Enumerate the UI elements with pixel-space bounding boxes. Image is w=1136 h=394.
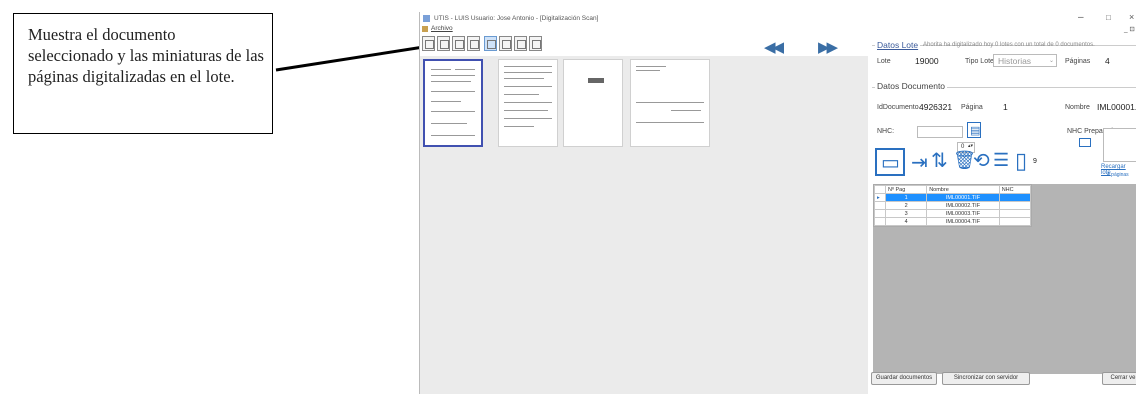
tipo-lote-select[interactable]: Historias ⌄ (993, 54, 1057, 67)
close-button[interactable]: × (1129, 12, 1134, 22)
minimize-button[interactable]: – (1078, 12, 1084, 23)
window-title: UTIS - LUIS Usuario: Jose Antonio - [Dig… (434, 15, 599, 22)
row-nombre: IML00002.TIF (926, 201, 1000, 210)
lote-value: 19000 (915, 56, 939, 66)
view-grid-a-button[interactable] (437, 36, 450, 51)
row-nombre: IML00003.TIF (926, 209, 1000, 218)
zoom-out-icon (517, 40, 526, 49)
cerrar-button[interactable]: Cerrar ve (1102, 372, 1136, 385)
pages-count-value: 9 (1033, 158, 1037, 165)
pagina-label: Página (961, 104, 983, 111)
row-indicator (874, 217, 886, 226)
table-row[interactable]: ▸ 1 IML00001.TIF (874, 193, 1032, 202)
grid-icon (440, 40, 449, 49)
datos-documento-legend: Datos Documento (875, 81, 948, 91)
paginas-value: 4 (1105, 56, 1110, 66)
table-row[interactable]: 3 IML00003.TIF (874, 209, 1032, 218)
view-single-button[interactable] (422, 36, 435, 51)
row-nhc (998, 209, 1032, 218)
lote-label: Lote (877, 58, 891, 65)
row-indicator (874, 209, 886, 218)
scanner-icon: ▭ (881, 152, 900, 174)
datos-lote-legend: Datos Lote (875, 40, 921, 50)
app-window: UTIS - LUIS Usuario: Jose Antonio - [Dig… (419, 12, 1136, 394)
row-nhc (998, 193, 1032, 202)
rotate-icon[interactable]: ⟲ (973, 148, 990, 173)
app-icon (423, 15, 430, 22)
thumbnail-panel (420, 56, 868, 394)
row-pag: 1 (884, 193, 928, 202)
row-nombre: IML00004.TIF (926, 217, 1000, 226)
zoom-out-button[interactable] (514, 36, 527, 51)
table-row[interactable]: 2 IML00002.TIF (874, 201, 1032, 210)
page-thumbnail[interactable] (630, 59, 710, 147)
zoom-in-icon (502, 40, 511, 49)
row-indicator: ▸ (874, 193, 886, 202)
view-grid-c-button[interactable] (467, 36, 480, 51)
iddocumento-label: IdDocumento (877, 104, 919, 111)
zoom-in-button[interactable] (499, 36, 512, 51)
page-count-icon: ▯ (1015, 148, 1028, 173)
menu-archivo[interactable]: Archivo (431, 25, 453, 32)
row-pag: 4 (884, 217, 928, 226)
recargar-lote-subtext: 4 páginas (1107, 172, 1129, 178)
page-icon (425, 40, 434, 49)
menu-icon (422, 26, 428, 32)
row-nhc (998, 201, 1032, 210)
split-icon[interactable]: ☰ (993, 150, 1009, 171)
col-pag-header: Nº Pag (884, 185, 928, 194)
floppy-icon: ▤ (970, 125, 981, 137)
zoom-page-button[interactable] (529, 36, 542, 51)
next-page-button[interactable]: ▶▶ (818, 40, 838, 55)
page-thumbnail[interactable] (498, 59, 558, 147)
row-pag: 2 (884, 201, 928, 210)
reorder-icon[interactable]: ⇅ (931, 148, 948, 173)
tipo-lote-value: Historias (998, 56, 1032, 66)
iddocumento-value: 4926321 (919, 102, 953, 112)
nombre-value: IML00001.TIF (1097, 102, 1136, 112)
col-nhc-header: NHC (998, 185, 1032, 194)
insert-page-icon[interactable]: ⇥ (911, 150, 928, 175)
fit-icon (487, 40, 496, 49)
nhc-label: NHC: (877, 128, 895, 135)
grid-icon (470, 40, 479, 49)
row-nombre: IML00001.TIF (926, 193, 1000, 202)
row-indicator-header (874, 185, 886, 194)
table-row[interactable]: 4 IML00004.TIF (874, 217, 1032, 226)
right-panel: Datos Lote Ahorita ha digitalizado hoy 0… (869, 26, 1136, 394)
save-nhc-button[interactable]: ▤ (967, 122, 981, 138)
col-nombre-header: Nombre (926, 185, 1000, 194)
pagina-value: 1 (1003, 102, 1008, 112)
nhc-input[interactable] (917, 126, 963, 138)
row-pag: 3 (884, 209, 928, 218)
sincronizar-servidor-button[interactable]: Sincronizar con servidor (942, 372, 1030, 385)
nombre-label: Nombre (1065, 104, 1090, 111)
grid-icon (455, 40, 464, 49)
datos-lote-info: Ahorita ha digitalizado hoy 0 lotes con … (923, 42, 1095, 48)
view-grid-b-button[interactable] (452, 36, 465, 51)
title-bar: UTIS - LUIS Usuario: Jose Antonio - [Dig… (420, 12, 1136, 26)
zoom-fit-button[interactable] (484, 36, 497, 51)
guardar-documentos-button[interactable]: Guardar documentos (871, 372, 937, 385)
nhc-preparadas-list[interactable] (1103, 128, 1136, 162)
scan-button[interactable]: ▭ (875, 148, 905, 176)
pages-grid: Nº Pag Nombre NHC ▸ 1 IML00001.TIF 2 IML… (873, 184, 1032, 227)
row-indicator (874, 201, 886, 210)
page-thumbnail[interactable] (563, 59, 623, 147)
chevron-down-icon: ⌄ (1048, 58, 1054, 64)
page-zoom-icon (532, 40, 541, 49)
tipo-lote-label: Tipo Lote (965, 58, 994, 65)
row-nhc (998, 217, 1032, 226)
nhc-preparadas-button[interactable] (1079, 138, 1091, 147)
prev-page-button[interactable]: ◀◀ (764, 40, 784, 55)
page-thumbnail[interactable] (423, 59, 483, 147)
maximize-button[interactable]: □ (1106, 13, 1111, 22)
grid-header-row: Nº Pag Nombre NHC (874, 185, 1032, 194)
paginas-label: Páginas (1065, 58, 1091, 65)
